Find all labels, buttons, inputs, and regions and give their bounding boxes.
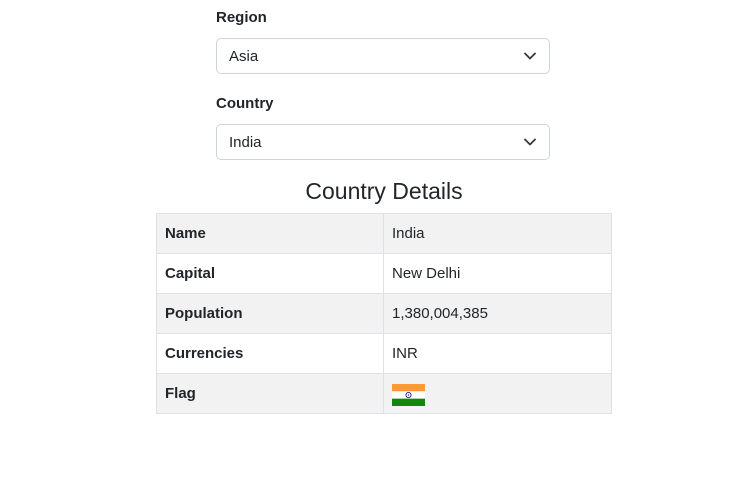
country-details-table: Name India Capital New Delhi Population … [156, 213, 612, 414]
flag-green-band [392, 398, 425, 406]
row-key-currencies: Currencies [156, 333, 384, 374]
country-details-page: Region Asia Country India Country Detail… [0, 0, 752, 479]
country-select[interactable]: India [216, 124, 550, 160]
row-key-capital: Capital [156, 253, 384, 294]
row-value-currencies: INR [383, 333, 612, 374]
chevron-down-icon [524, 52, 536, 60]
row-key-name: Name [156, 213, 384, 254]
region-label: Region [216, 9, 267, 26]
country-select-value: India [229, 134, 262, 151]
country-details-title: Country Details [305, 178, 463, 204]
row-value-population: 1,380,004,385 [383, 293, 612, 334]
flag-saffron-band [392, 383, 425, 391]
row-value-flag [383, 373, 612, 414]
region-select[interactable]: Asia [216, 38, 550, 74]
india-flag-icon [392, 383, 425, 406]
country-label: Country [216, 95, 274, 112]
table-row: Currencies INR [156, 333, 612, 374]
row-value-capital: New Delhi [383, 253, 612, 294]
table-row: Name India [156, 213, 612, 254]
table-row: Flag [156, 373, 612, 414]
chevron-down-icon [524, 138, 536, 146]
row-key-population: Population [156, 293, 384, 334]
row-value-name: India [383, 213, 612, 254]
table-row: Capital New Delhi [156, 253, 612, 294]
flag-chakra-hub [407, 393, 410, 396]
region-select-value: Asia [229, 48, 259, 65]
table-row: Population 1,380,004,385 [156, 293, 612, 334]
row-key-flag: Flag [156, 373, 384, 414]
